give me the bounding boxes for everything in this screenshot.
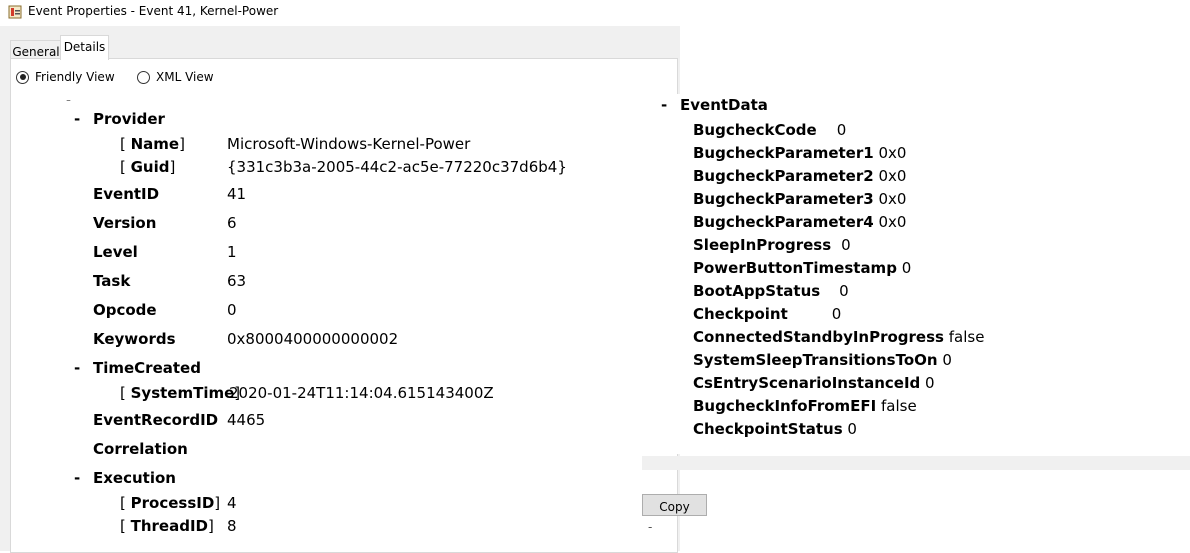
eventdata-value: 0x0 bbox=[878, 144, 907, 162]
eventdata-name: BugcheckParameter1 bbox=[693, 144, 874, 162]
keywords-value: 0x8000400000000002 bbox=[227, 330, 399, 348]
eventdata-name: BugcheckInfoFromEFI bbox=[693, 397, 877, 415]
window-title: Event Properties - Event 41, Kernel-Powe… bbox=[28, 4, 279, 18]
collapse-toggle[interactable]: - bbox=[66, 100, 71, 106]
tab-details[interactable]: Details bbox=[60, 35, 109, 60]
guid-value: {331c3b3a-2005-44c2-ac5e-77220c37d6b4} bbox=[227, 158, 567, 176]
eventdata-row: SystemSleepTransitionsToOn 0 bbox=[693, 351, 952, 369]
eventdata-row: ConnectedStandbyInProgress false bbox=[693, 328, 984, 346]
execution-label: Execution bbox=[93, 469, 176, 487]
eventdata-name: BugcheckCode bbox=[693, 121, 817, 139]
eventdata-name: ConnectedStandbyInProgress bbox=[693, 328, 944, 346]
copy-button[interactable]: Copy bbox=[642, 494, 707, 516]
guid-label: Guid bbox=[130, 158, 170, 176]
collapse-toggle: - bbox=[648, 520, 653, 534]
eventdata-name: BugcheckParameter3 bbox=[693, 190, 874, 208]
threadid-row: [ ThreadID] bbox=[120, 517, 214, 535]
collapse-toggle[interactable]: - bbox=[74, 110, 80, 128]
systemtime-label: SystemTime bbox=[130, 384, 235, 402]
threadid-value: 8 bbox=[227, 517, 237, 535]
eventdata-row: BootAppStatus 0 bbox=[693, 282, 849, 300]
level-value: 1 bbox=[227, 243, 237, 261]
name-label: Name bbox=[130, 135, 180, 153]
correlation-label: Correlation bbox=[93, 440, 188, 458]
eventdata-name: PowerButtonTimestamp bbox=[693, 259, 897, 277]
eventdata-name: Checkpoint bbox=[693, 305, 788, 323]
timecreated-label: TimeCreated bbox=[93, 359, 201, 377]
eventdata-value: 0 bbox=[847, 420, 857, 438]
eventdata-name: BugcheckParameter2 bbox=[693, 167, 874, 185]
opcode-value: 0 bbox=[227, 301, 237, 319]
eventdata-value: 0x0 bbox=[878, 190, 907, 208]
level-label: Level bbox=[93, 243, 138, 261]
threadid-label: ThreadID bbox=[130, 517, 208, 535]
opcode-label: Opcode bbox=[93, 301, 157, 319]
processid-row: [ ProcessID] bbox=[120, 494, 221, 512]
eventdata-value: 0 bbox=[831, 305, 842, 323]
title-bar: Event Properties - Event 41, Kernel-Powe… bbox=[0, 0, 680, 26]
collapse-toggle[interactable]: - bbox=[74, 469, 80, 487]
name-value: Microsoft-Windows-Kernel-Power bbox=[227, 135, 471, 153]
eventdata-view[interactable]: - EventData BugcheckCode 0 BugcheckParame… bbox=[648, 94, 1190, 454]
processid-value: 4 bbox=[227, 494, 237, 512]
eventdata-value: 0 bbox=[841, 236, 851, 254]
eventdata-name: CheckpointStatus bbox=[693, 420, 843, 438]
eventdata-row: BugcheckParameter3 0x0 bbox=[693, 190, 906, 208]
task-value: 63 bbox=[227, 272, 247, 290]
collapse-toggle[interactable]: - bbox=[661, 96, 667, 114]
eventrecordid-label: EventRecordID bbox=[93, 411, 219, 429]
eventdata-value: 0 bbox=[925, 374, 935, 392]
eventdata-value: 0x0 bbox=[878, 167, 907, 185]
eventdata-value: 0 bbox=[942, 351, 952, 369]
version-label: Version bbox=[93, 214, 157, 232]
eventdata-name: CsEntryScenarioInstanceId bbox=[693, 374, 921, 392]
xml-view-radio[interactable]: XML View bbox=[137, 69, 214, 85]
divider-strip bbox=[642, 456, 1190, 470]
event-viewer-icon bbox=[8, 5, 22, 19]
eventdata-row: CheckpointStatus 0 bbox=[693, 420, 857, 438]
system-view[interactable]: - - Provider [ Name] Microsoft-Windows-K… bbox=[26, 100, 642, 548]
eventdata-row: PowerButtonTimestamp 0 bbox=[693, 259, 911, 277]
guid-row: [ Guid] bbox=[120, 158, 176, 176]
version-value: 6 bbox=[227, 214, 237, 232]
eventdata-value: 0 bbox=[836, 121, 847, 139]
eventdata-row: BugcheckParameter1 0x0 bbox=[693, 144, 906, 162]
eventrecordid-value: 4465 bbox=[227, 411, 266, 429]
friendly-view-radio[interactable]: Friendly View bbox=[16, 69, 115, 85]
keywords-label: Keywords bbox=[93, 330, 176, 348]
eventid-value: 41 bbox=[227, 185, 247, 203]
eventdata-row: Checkpoint 0 bbox=[693, 305, 841, 323]
systemtime-row: [ SystemTime] bbox=[120, 384, 241, 402]
eventdata-row: SleepInProgress 0 bbox=[693, 236, 851, 254]
eventdata-value: 0x0 bbox=[878, 213, 907, 231]
eventdata-value: 0 bbox=[839, 282, 849, 300]
eventdata-name: BootAppStatus bbox=[693, 282, 821, 300]
eventdata-name: SleepInProgress bbox=[693, 236, 832, 254]
task-label: Task bbox=[93, 272, 131, 290]
eventdata-row: BugcheckParameter2 0x0 bbox=[693, 167, 906, 185]
radio-checked-icon bbox=[16, 70, 29, 84]
radio-unchecked-icon bbox=[137, 70, 150, 84]
name-row: [ Name] bbox=[120, 135, 185, 153]
eventdata-value: false bbox=[948, 328, 985, 346]
eventdata-value: 0 bbox=[901, 259, 912, 277]
eventdata-name: BugcheckParameter4 bbox=[693, 213, 874, 231]
eventdata-header: EventData bbox=[680, 96, 768, 114]
friendly-view-label: Friendly View bbox=[35, 70, 115, 84]
eventid-label: EventID bbox=[93, 185, 160, 203]
systemtime-value: 2020-01-24T11:14:04.615143400Z bbox=[229, 384, 494, 402]
eventdata-name: SystemSleepTransitionsToOn bbox=[693, 351, 938, 369]
eventdata-row: BugcheckCode 0 bbox=[693, 121, 846, 139]
eventdata-value: false bbox=[881, 397, 917, 415]
processid-label: ProcessID bbox=[130, 494, 215, 512]
collapse-toggle[interactable]: - bbox=[74, 359, 80, 377]
provider-label: Provider bbox=[93, 110, 165, 128]
eventdata-row: BugcheckInfoFromEFI false bbox=[693, 397, 917, 415]
eventdata-row: CsEntryScenarioInstanceId 0 bbox=[693, 374, 935, 392]
eventdata-row: BugcheckParameter4 0x0 bbox=[693, 213, 906, 231]
xml-view-label: XML View bbox=[156, 70, 214, 84]
